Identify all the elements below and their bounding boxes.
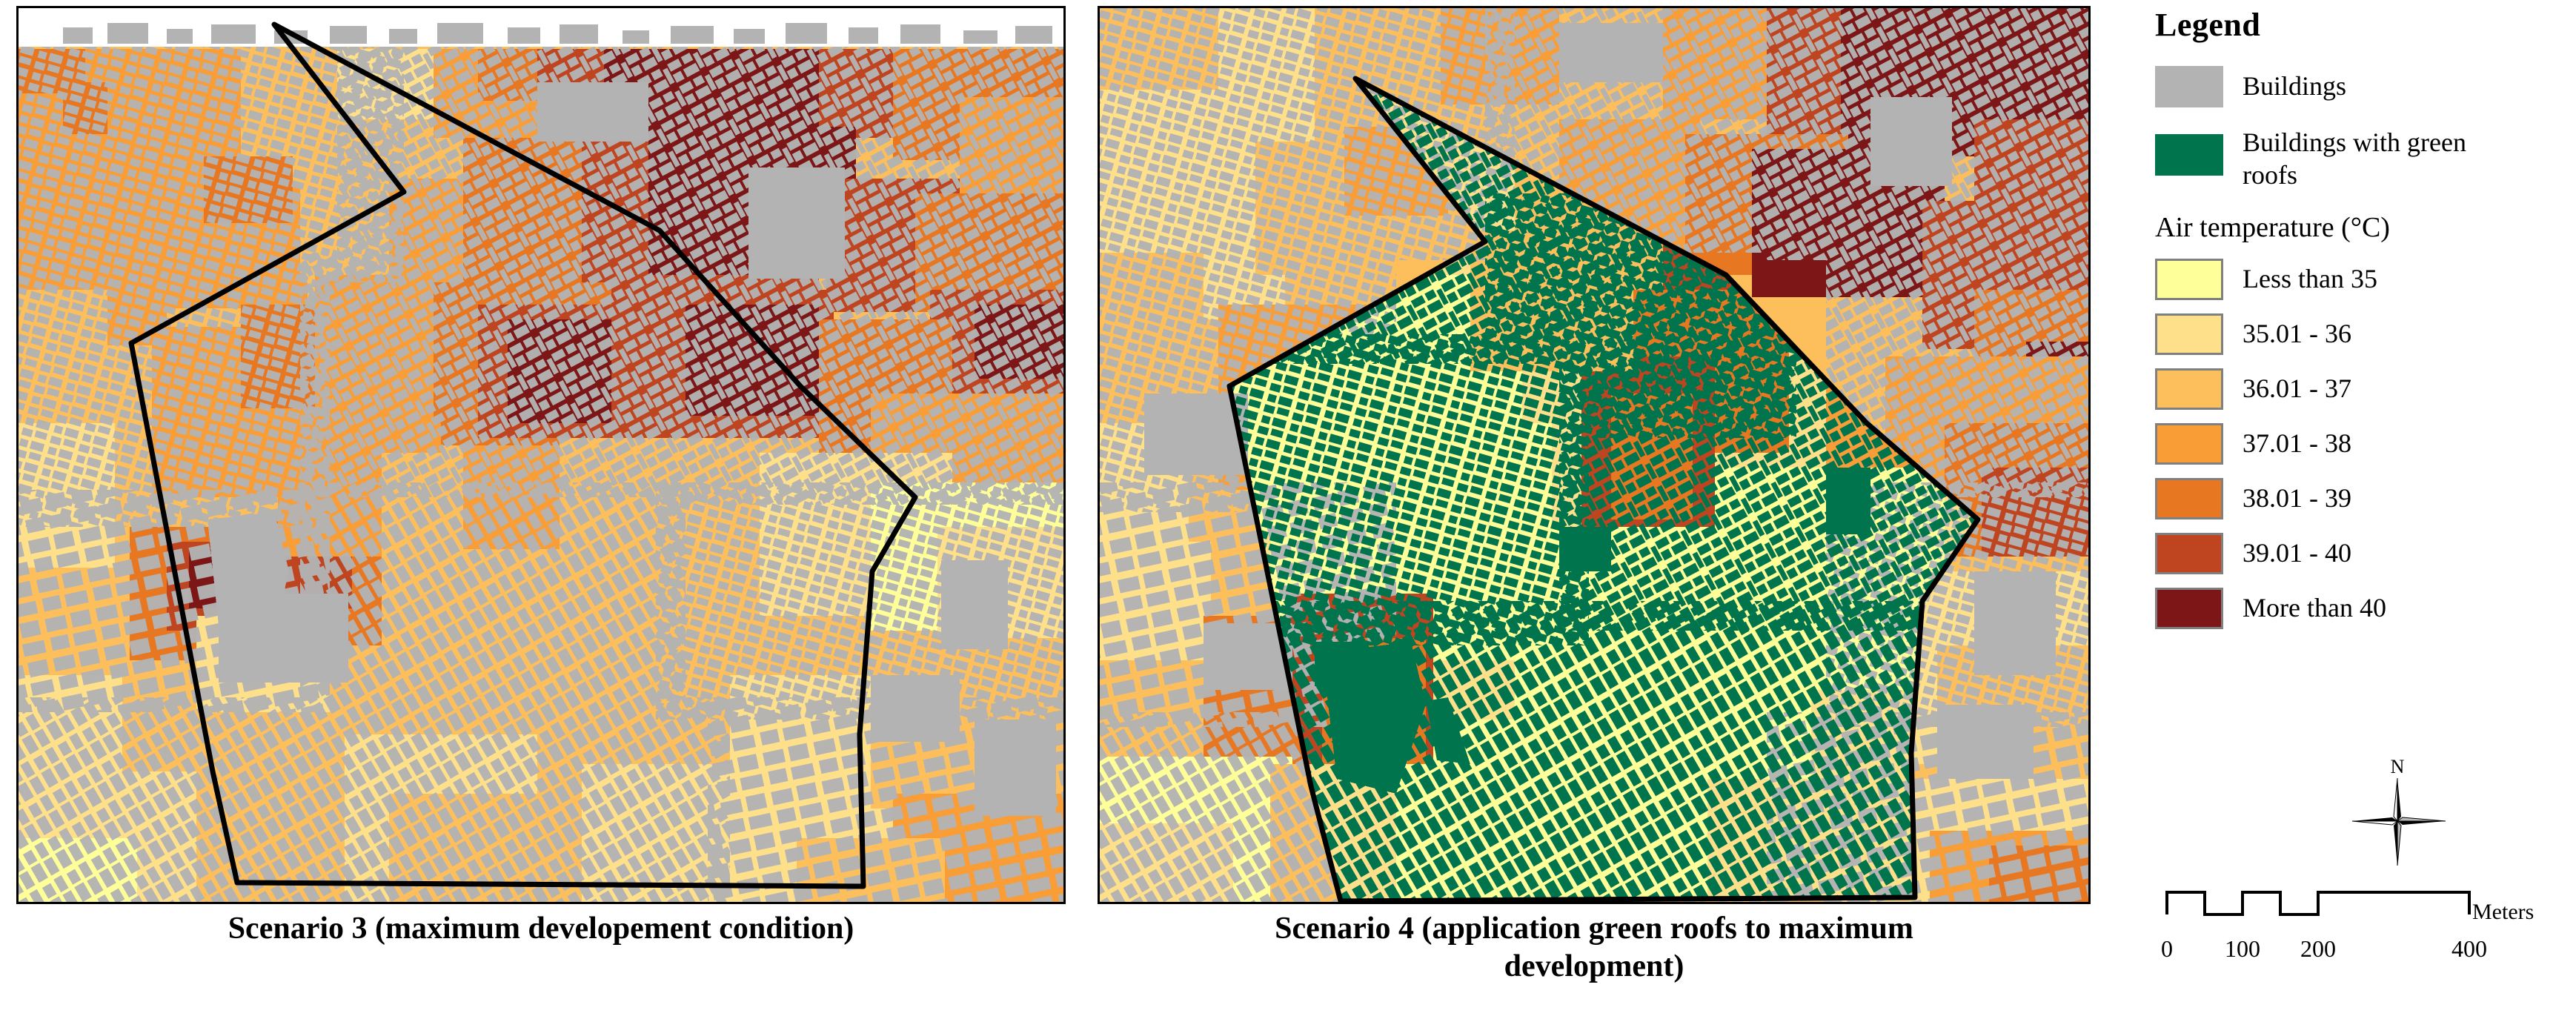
swatch-temp-36-37: [2155, 368, 2223, 410]
caption-line: development): [1504, 949, 1684, 984]
legend-ramp-item-4: 38.01 - 39: [2155, 477, 2570, 519]
north-arrow: N: [2342, 756, 2453, 874]
swatch-green-roofs: [2155, 134, 2223, 176]
figure-root: Scenario 3 (maximum developement conditi…: [0, 0, 2576, 1016]
legend-ramp-item-6: More than 40: [2155, 587, 2570, 629]
caption-scenario-3: Scenario 3 (maximum developement conditi…: [16, 910, 1066, 948]
legend-label-temp-6: More than 40: [2243, 592, 2386, 622]
scalebar-graphic: [2165, 891, 2471, 916]
swatch-temp-more-than-40: [2155, 587, 2223, 629]
swatch-temp-35-36: [2155, 313, 2223, 355]
scalebar-tick-100: 100: [2225, 935, 2260, 962]
legend-label-temp-3: 37.01 - 38: [2243, 428, 2351, 458]
legend-label-temp-1: 35.01 - 36: [2243, 318, 2351, 348]
legend-ramp-item-5: 39.01 - 40: [2155, 532, 2570, 574]
legend-label-temp-0: Less than 35: [2243, 263, 2377, 293]
swatch-temp-38-39: [2155, 477, 2223, 519]
legend-label-buildings: Buildings: [2243, 71, 2347, 102]
scalebar-tick-0: 0: [2161, 935, 2173, 962]
swatch-temp-39-40: [2155, 532, 2223, 574]
legend-ramp-item-1: 35.01 - 36: [2155, 313, 2570, 355]
legend-title: Legend: [2155, 7, 2261, 43]
caption-line: Scenario 4 (application green roofs to m…: [1275, 912, 1913, 946]
map-raster-scenario-4: [1100, 8, 2088, 902]
scalebar: Meters 0 100 200 400: [2155, 882, 2570, 978]
swatch-temp-37-38: [2155, 422, 2223, 465]
caption-line: Scenario 3 (maximum developement conditi…: [228, 912, 854, 946]
legend-ramp-item-2: 36.01 - 37: [2155, 368, 2570, 410]
north-arrow-label: N: [2390, 756, 2405, 777]
legend-label-temp-2: 36.01 - 37: [2243, 373, 2351, 403]
legend-ramp-item-3: 37.01 - 38: [2155, 422, 2570, 465]
legend-label-temp-5: 39.01 - 40: [2243, 537, 2351, 568]
scalebar-tick-200: 200: [2300, 935, 2336, 962]
scalebar-units-label: Meters: [2472, 900, 2534, 924]
legend-label-temp-4: 38.01 - 39: [2243, 482, 2351, 513]
swatch-buildings: [2155, 66, 2223, 107]
caption-scenario-4: Scenario 4 (application green roofs to m…: [1098, 910, 2091, 986]
legend-item-green-roofs: Buildings with green roofs: [2155, 127, 2570, 192]
map-raster-scenario-3: [19, 8, 1063, 902]
map-panel-scenario-4[interactable]: [1098, 6, 2091, 904]
legend-item-buildings: Buildings: [2155, 66, 2570, 107]
legend-ramp-title: Air temperature (°C): [2155, 211, 2390, 243]
map-panel-scenario-3[interactable]: [16, 6, 1066, 904]
legend-label-green-roofs: Buildings with green roofs: [2243, 127, 2466, 190]
scalebar-tick-400: 400: [2451, 935, 2487, 962]
swatch-temp-less-than-35: [2155, 258, 2223, 300]
legend-ramp-item-0: Less than 35: [2155, 258, 2570, 300]
